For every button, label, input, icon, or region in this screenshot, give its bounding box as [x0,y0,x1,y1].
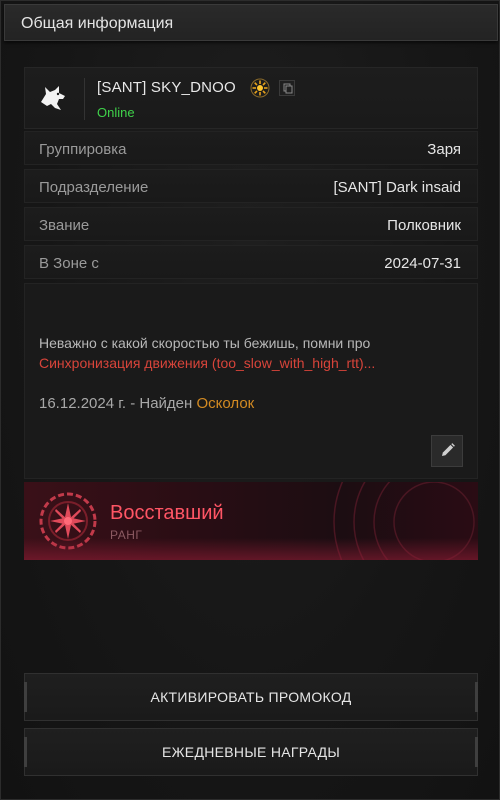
info-row-zone-since: В Зоне с 2024-07-31 [24,245,478,279]
daily-rewards-button[interactable]: ЕЖЕДНЕВНЫЕ НАГРАДЫ [24,728,478,776]
edit-note-button[interactable] [431,435,463,467]
profile-card: [SANT] SKY_DNOO Online [24,67,478,129]
online-status: Online [97,105,135,120]
note-highlight: Синхронизация движения (too_slow_with_hi… [39,355,376,371]
profile-note: Неважно с какой скоростью ты бежишь, пом… [24,283,478,479]
wolf-logo-icon [41,86,65,110]
info-row-label: В Зоне с [39,255,99,272]
note-text: Неважно с какой скоростью ты бежишь, пом… [39,335,371,351]
info-row-faction: Группировка Заря [24,131,478,165]
button-corner-left [24,737,27,767]
info-row-value: Полковник [387,217,461,234]
button-corner-right [475,682,478,712]
activate-promo-label: АКТИВИРОВАТЬ ПРОМОКОД [150,689,352,705]
rank-subtitle: РАНГ [110,528,143,542]
rank-title: Восставший [110,502,224,524]
info-row-label: Группировка [39,141,127,158]
note-date-prefix: 16.12.2024 г. - Найден [39,395,197,412]
info-row-rank-title: Звание Полковник [24,207,478,241]
info-row-label: Звание [39,217,90,234]
daily-rewards-label: ЕЖЕДНЕВНЫЕ НАГРАДЫ [161,744,341,760]
rank-banner: Восставший РАНГ [24,482,478,560]
button-corner-left [24,682,27,712]
logo-divider [84,78,85,120]
button-corner-right [475,737,478,767]
player-name[interactable]: [SANT] SKY_DNOO [97,79,236,96]
info-row-value: 2024-07-31 [384,255,461,272]
info-row-division: Подразделение [SANT] Dark insaid [24,169,478,203]
note-date: 16.12.2024 г. - Найден Осколок [39,395,254,412]
info-row-value: Заря [427,141,461,158]
panel-header: Общая информация [4,4,498,41]
rank-glow [24,538,478,560]
info-row-value: [SANT] Dark insaid [333,179,461,196]
sun-badge-icon[interactable] [250,78,270,98]
panel-title: Общая информация [21,15,174,32]
activate-promo-button[interactable]: АКТИВИРОВАТЬ ПРОМОКОД [24,673,478,721]
info-row-label: Подразделение [39,179,149,196]
pencil-icon [442,443,455,456]
general-info-panel: Общая информация [SANT] SKY_DNOO Online … [0,0,500,800]
copy-icon[interactable] [279,80,295,96]
note-item-link[interactable]: Осколок [196,395,254,412]
